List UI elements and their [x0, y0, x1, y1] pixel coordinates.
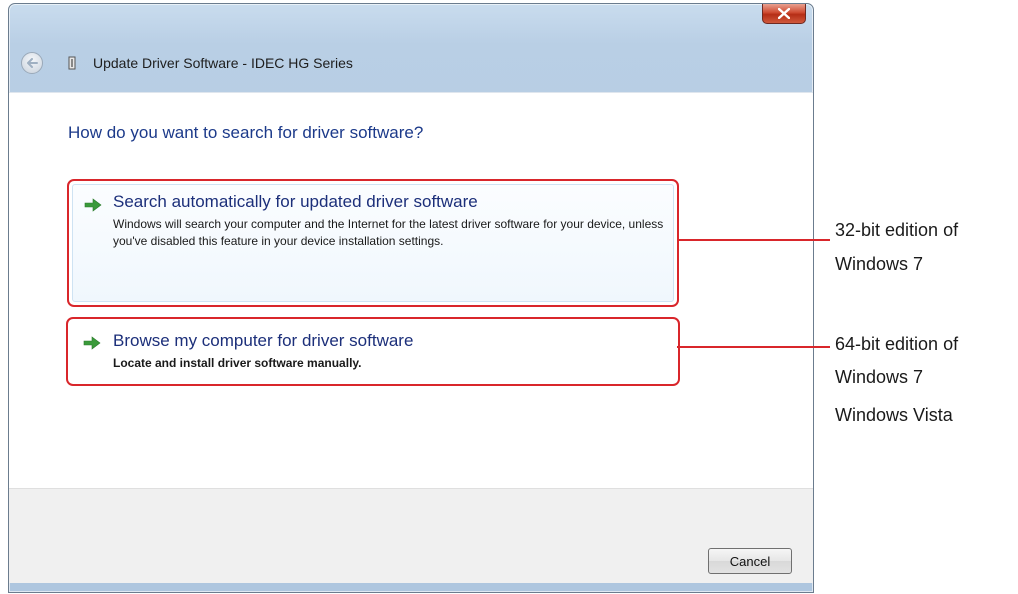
- green-arrow-icon: [84, 198, 102, 212]
- callout-line-64bit: [677, 346, 830, 348]
- back-arrow-icon: [27, 58, 38, 68]
- option-description: Locate and install driver software manua…: [113, 356, 362, 370]
- search-automatically-option[interactable]: Search automatically for updated driver …: [67, 179, 679, 307]
- callout-line-text: Windows 7: [835, 254, 924, 274]
- option-title: Browse my computer for driver software: [113, 331, 414, 350]
- green-arrow-icon: [83, 336, 101, 350]
- option-title: Search automatically for updated driver …: [113, 192, 478, 211]
- dialog-footer: Cancel: [9, 488, 813, 583]
- browse-computer-option[interactable]: Browse my computer for driver software L…: [66, 317, 680, 386]
- back-button[interactable]: [21, 52, 43, 74]
- callout-64bit: 64-bit edition of Windows 7 Windows Vist…: [835, 330, 958, 428]
- callout-line-text: Windows 7: [835, 367, 924, 387]
- callout-line-text: Windows Vista: [835, 405, 953, 425]
- callout-line-text: 32-bit edition of: [835, 220, 959, 240]
- app-icon: [68, 56, 76, 70]
- cancel-button[interactable]: Cancel: [708, 548, 792, 574]
- content-area: How do you want to search for driver sof…: [9, 92, 813, 489]
- callout-32bit: 32-bit edition of Windows 7: [835, 218, 958, 274]
- callout-line-32bit: [677, 239, 830, 241]
- window-title: Update Driver Software - IDEC HG Series: [93, 55, 353, 71]
- dialog-window: Update Driver Software - IDEC HG Series …: [8, 3, 814, 593]
- page-heading: How do you want to search for driver sof…: [68, 123, 424, 142]
- callout-line-text: 64-bit edition of: [835, 334, 959, 354]
- option-description: Windows will search your computer and th…: [113, 217, 664, 248]
- close-button[interactable]: [762, 4, 806, 24]
- close-icon: [778, 8, 790, 19]
